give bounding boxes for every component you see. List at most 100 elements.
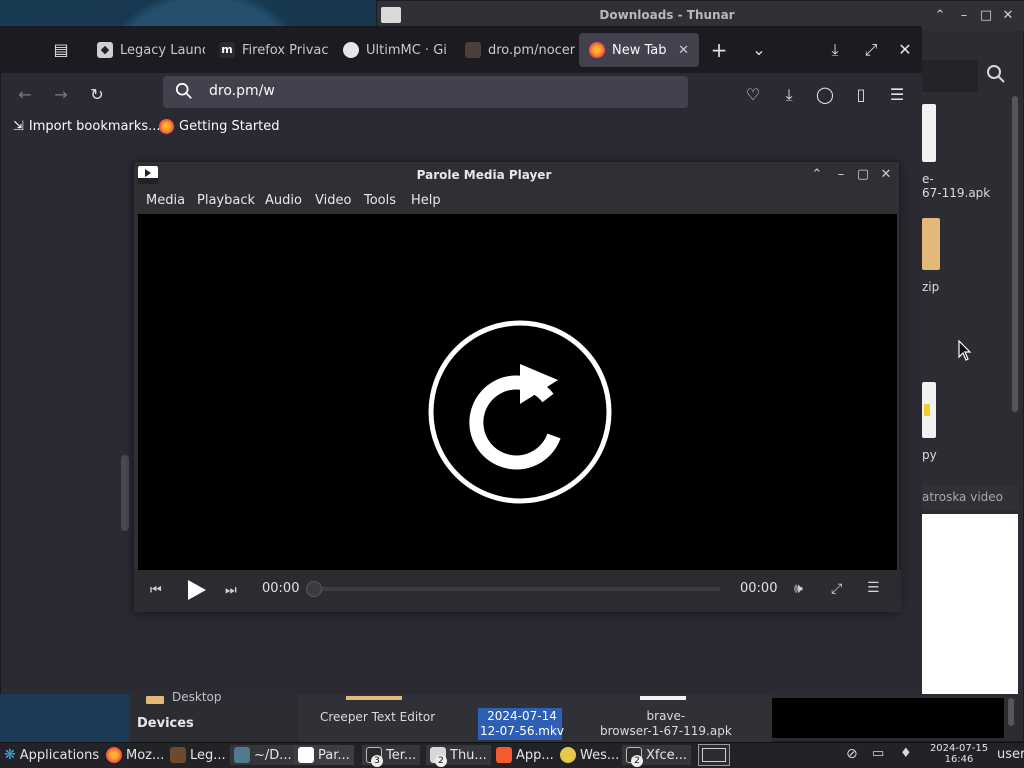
- url-text[interactable]: dro.pm/w: [209, 83, 275, 99]
- task-label: Xfce...: [646, 747, 688, 763]
- file-label-apk[interactable]: e- 67-119.apk: [922, 172, 990, 200]
- menu-playback[interactable]: Playback: [197, 193, 255, 208]
- file-label-mkv[interactable]: 2024-07-14 12-07-56.mkv: [480, 709, 564, 739]
- extensions-icon[interactable]: ▯: [847, 81, 875, 109]
- volume-icon[interactable]: 🕪: [794, 581, 803, 597]
- import-bookmarks-link[interactable]: ⇲ Import bookmarks...: [13, 119, 161, 134]
- task-label: Ter...: [386, 747, 417, 763]
- window-count-badge: 2: [631, 755, 643, 767]
- thunar-preview-area: [922, 514, 1018, 694]
- desktop-folder-icon: [146, 696, 164, 704]
- bookmark-label: Import bookmarks...: [28, 119, 161, 134]
- bookmark-label: Getting Started: [179, 119, 280, 134]
- menu-audio[interactable]: Audio: [265, 193, 302, 208]
- thunar-location-field[interactable]: [920, 60, 978, 92]
- parole-minimize-button[interactable]: –: [832, 166, 850, 184]
- zip-file-icon[interactable]: [922, 218, 940, 270]
- workspace-1[interactable]: [702, 748, 726, 762]
- menu-media[interactable]: Media: [146, 193, 185, 208]
- task-label: Thu...: [450, 747, 487, 763]
- tab-label: Firefox Privac: [242, 42, 329, 58]
- new-tab-plus-icon[interactable]: +: [705, 36, 733, 64]
- thunar-minimize-button[interactable]: –: [955, 7, 973, 25]
- thunar-close-button[interactable]: ✕: [999, 7, 1017, 25]
- download-arrow-icon[interactable]: ⤓: [821, 36, 849, 64]
- back-arrow-icon[interactable]: ←: [11, 81, 39, 109]
- file-label-zip[interactable]: zip: [922, 280, 939, 294]
- workspace-switcher[interactable]: [698, 744, 730, 766]
- user-menu[interactable]: user: [997, 747, 1024, 762]
- parole-close-button[interactable]: ✕: [877, 166, 895, 184]
- thunar-maximize-button[interactable]: □: [977, 7, 995, 25]
- network-disconnected-icon[interactable]: ⊘: [846, 746, 858, 762]
- close-window-icon[interactable]: ✕: [891, 36, 919, 64]
- task-label: Moz...: [126, 747, 165, 763]
- parole-shade-button[interactable]: ⌃: [808, 166, 826, 184]
- task-wesnoth[interactable]: Wes...: [556, 745, 623, 765]
- firefox-view-icon[interactable]: ▤: [47, 36, 75, 64]
- list-all-tabs-chevron-icon[interactable]: ⌄: [745, 36, 773, 64]
- file-label-creeper[interactable]: Creeper Text Editor: [320, 710, 435, 724]
- task-appimage[interactable]: App...: [492, 745, 558, 765]
- parole-titlebar[interactable]: Parole Media Player ⌃ – ▢ ✕: [134, 162, 901, 188]
- task-xfce-terminal[interactable]: Xfce... 2: [622, 745, 692, 767]
- thunar-scrollbar[interactable]: [1012, 96, 1018, 412]
- parole-app-icon: [138, 166, 158, 184]
- sidebar-resize-handle[interactable]: [121, 455, 129, 531]
- play-button[interactable]: [186, 578, 208, 606]
- search-icon[interactable]: [986, 64, 1008, 86]
- tab-legacy-launcher[interactable]: ◆ Legacy Launc: [87, 33, 205, 67]
- fullscreen-icon[interactable]: ⤢: [831, 581, 842, 597]
- sidebar-item-desktop[interactable]: Desktop: [172, 690, 222, 704]
- task-firefox[interactable]: Moz...: [102, 745, 168, 765]
- downloads-icon[interactable]: ⤓: [775, 81, 803, 109]
- menu-help[interactable]: Help: [411, 193, 441, 208]
- playlist-menu-icon[interactable]: ☰: [867, 580, 880, 596]
- seek-bar[interactable]: [308, 587, 720, 591]
- tab-dro-pm[interactable]: dro.pm/nocer: [455, 33, 575, 67]
- task-thunar[interactable]: Thu... 2: [426, 745, 491, 767]
- task-label: ~/D...: [254, 747, 292, 763]
- apk-file-icon[interactable]: [922, 104, 936, 162]
- account-icon[interactable]: ◯: [811, 81, 839, 109]
- applications-label: Applications: [19, 747, 100, 763]
- task-legacy-launcher[interactable]: Leg...: [166, 745, 230, 765]
- seek-knob[interactable]: [306, 581, 322, 597]
- tab-firefox-privacy[interactable]: m Firefox Privac: [209, 33, 331, 67]
- replay-icon[interactable]: [426, 318, 614, 506]
- tab-github-ultimmc[interactable]: UltimMC · Gi: [333, 33, 453, 67]
- menu-tools[interactable]: Tools: [364, 193, 396, 208]
- firefox-icon: [106, 747, 122, 763]
- notification-bell-icon[interactable]: ♦: [900, 746, 912, 761]
- forward-arrow-icon[interactable]: →: [47, 81, 75, 109]
- thunar-status-text: atroska video: [922, 490, 1004, 504]
- menu-video[interactable]: Video: [315, 193, 351, 208]
- file-label-py[interactable]: py: [922, 448, 937, 462]
- thunar-shade-button[interactable]: ⌃: [931, 7, 949, 25]
- task-terminal[interactable]: Ter... 3: [362, 745, 421, 767]
- tab-new-tab[interactable]: New Tab ✕: [579, 33, 699, 67]
- menu-hamburger-icon[interactable]: ☰: [883, 81, 911, 109]
- import-icon: ⇲: [13, 119, 24, 134]
- file-label-brave-apk[interactable]: brave- browser-1-67-119.apk: [600, 709, 732, 739]
- close-tab-icon[interactable]: ✕: [678, 43, 689, 58]
- previous-track-icon[interactable]: ⏮: [150, 583, 162, 598]
- xfce-logo-icon: ❋: [4, 747, 16, 763]
- getting-started-link[interactable]: Getting Started: [159, 119, 280, 134]
- battery-icon[interactable]: ▭: [872, 746, 884, 761]
- python-icon: [924, 404, 930, 416]
- next-track-icon[interactable]: ⏭: [225, 583, 237, 598]
- task-parole[interactable]: Par...: [294, 745, 354, 765]
- task-terminal-home[interactable]: ~/D...: [230, 745, 296, 765]
- video-area[interactable]: [138, 214, 897, 570]
- wallpaper-strip: [0, 694, 130, 742]
- pocket-icon[interactable]: ♡: [739, 81, 767, 109]
- parole-maximize-button[interactable]: ▢: [854, 166, 872, 184]
- fullscreen-icon[interactable]: ⤢: [857, 36, 885, 64]
- reload-icon[interactable]: ↻: [83, 81, 111, 109]
- thunar-scrollbar-lower[interactable]: [1008, 698, 1014, 726]
- clock-time: 16:46: [944, 754, 974, 765]
- firefox-icon: [159, 119, 174, 134]
- file-icon-bottom: [346, 696, 402, 700]
- clock[interactable]: 2024-07-15 16:46: [928, 743, 990, 765]
